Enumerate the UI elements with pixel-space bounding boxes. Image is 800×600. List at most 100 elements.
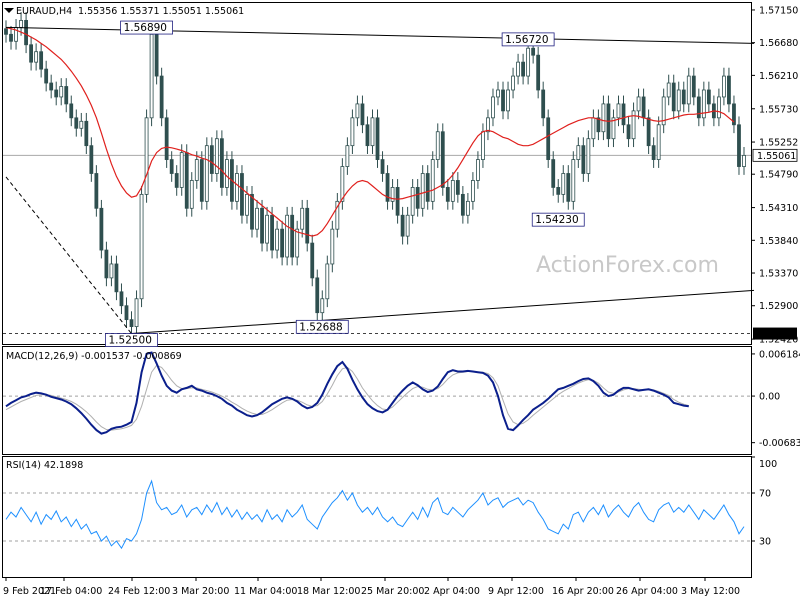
candle-body bbox=[531, 47, 536, 56]
candle-body bbox=[245, 193, 249, 216]
candle-body bbox=[194, 159, 199, 181]
candle-body bbox=[621, 103, 626, 126]
time-tick-label: 3 Mar 20:00 bbox=[172, 586, 229, 597]
candle-body bbox=[360, 103, 365, 126]
candle-body bbox=[395, 187, 400, 216]
macd-signal-line bbox=[5, 364, 689, 431]
time-tick-label: 24 Feb 12:00 bbox=[108, 586, 170, 597]
candle-body bbox=[450, 180, 455, 202]
price-tick-label: 1.56680 bbox=[759, 38, 798, 49]
candle-body bbox=[435, 131, 440, 160]
candle-body bbox=[727, 75, 731, 105]
candle-body bbox=[616, 103, 621, 119]
moving-average-line bbox=[5, 26, 735, 237]
candle-body bbox=[601, 103, 606, 133]
candle-body bbox=[159, 75, 164, 119]
candle-body bbox=[315, 277, 320, 314]
candle-body bbox=[265, 214, 269, 244]
candle-body bbox=[270, 214, 274, 251]
candle-body bbox=[285, 214, 290, 258]
macd-title: MACD(12,26,9) -0.001537 -0.000869 bbox=[6, 351, 182, 362]
candle-body bbox=[79, 120, 84, 129]
candle-body bbox=[124, 305, 129, 321]
rsi-line bbox=[5, 479, 745, 550]
price-tick-label: 1.54790 bbox=[759, 170, 798, 181]
candle-body bbox=[255, 207, 259, 230]
rsi-title: RSI(14) 42.1898 bbox=[6, 460, 83, 471]
rsi-panel bbox=[2, 456, 752, 578]
annotation-label: 1.54230 bbox=[535, 214, 578, 226]
candle-body bbox=[626, 124, 631, 140]
candle-body bbox=[506, 89, 510, 112]
time-tick-label: 26 Apr 04:00 bbox=[616, 586, 678, 597]
symbol-label: EURAUD,H4 bbox=[16, 6, 72, 17]
candle-body bbox=[486, 117, 490, 133]
price-tick-label: 1.54310 bbox=[759, 203, 798, 214]
candle-body bbox=[425, 173, 430, 202]
trendline bbox=[131, 289, 755, 335]
candle-body bbox=[64, 86, 69, 105]
candle-body bbox=[184, 152, 189, 209]
candle-body bbox=[154, 33, 159, 77]
current-price-label: 1.55061 bbox=[757, 151, 796, 162]
macd-line bbox=[5, 351, 689, 435]
candle-body bbox=[39, 51, 44, 70]
candle-body bbox=[345, 145, 350, 167]
candle-body bbox=[666, 82, 671, 98]
candle-body bbox=[561, 173, 566, 195]
rsi-tick-label: 30 bbox=[759, 537, 771, 548]
candle-body bbox=[144, 117, 149, 195]
candle-body bbox=[400, 214, 405, 237]
price-tick-label: 1.57150 bbox=[759, 5, 798, 16]
price-series: 1.56890 1.52500 1.52688 1.56720 1.54230 bbox=[3, 12, 755, 347]
price-tick-label: 1.56210 bbox=[759, 71, 798, 82]
candle-body bbox=[104, 249, 109, 279]
candle-body bbox=[706, 89, 711, 105]
candle-body bbox=[636, 96, 641, 112]
candle-body bbox=[375, 117, 380, 160]
watermark: ActionForex.com bbox=[536, 253, 719, 278]
candle-body bbox=[681, 89, 686, 105]
candle-body bbox=[169, 159, 174, 174]
candle-body bbox=[405, 214, 410, 237]
candle-body bbox=[4, 28, 8, 35]
time-tick-label: 18 Mar 12:00 bbox=[297, 586, 360, 597]
candle-body bbox=[295, 228, 300, 258]
candle-body bbox=[410, 187, 415, 216]
candle-body bbox=[651, 145, 656, 160]
candle-body bbox=[526, 47, 531, 77]
candle-body bbox=[275, 228, 280, 251]
candle-body bbox=[691, 75, 696, 98]
candle-body bbox=[280, 228, 285, 258]
candle-body bbox=[235, 173, 239, 202]
candle-body bbox=[34, 51, 39, 63]
candle-body bbox=[676, 89, 681, 112]
candle-body bbox=[29, 44, 34, 63]
candle-body bbox=[94, 173, 99, 209]
candle-body bbox=[516, 61, 520, 77]
candle-body bbox=[641, 96, 646, 119]
candle-body bbox=[546, 117, 551, 160]
candle-body bbox=[496, 89, 500, 98]
candle-body bbox=[89, 145, 94, 174]
candle-body bbox=[646, 117, 651, 147]
candle-body bbox=[556, 187, 561, 195]
candle-body bbox=[109, 263, 114, 279]
candle-body bbox=[44, 68, 49, 84]
candle-body bbox=[19, 19, 23, 28]
rsi-series bbox=[3, 479, 751, 550]
candle-body bbox=[521, 61, 526, 77]
candle-body bbox=[24, 19, 28, 46]
dropdown-triangle-icon[interactable] bbox=[4, 8, 14, 13]
candle-body bbox=[350, 117, 355, 147]
candle-body bbox=[224, 159, 229, 188]
candle-body bbox=[290, 214, 295, 258]
candle-body bbox=[571, 159, 576, 202]
candle-body bbox=[250, 193, 254, 230]
candle-body bbox=[139, 193, 144, 300]
candle-body bbox=[149, 33, 154, 119]
candle-body bbox=[460, 193, 465, 216]
candle-body bbox=[260, 207, 264, 244]
level-badge-label: 1.52500 bbox=[757, 329, 796, 340]
candle-body bbox=[742, 155, 746, 167]
